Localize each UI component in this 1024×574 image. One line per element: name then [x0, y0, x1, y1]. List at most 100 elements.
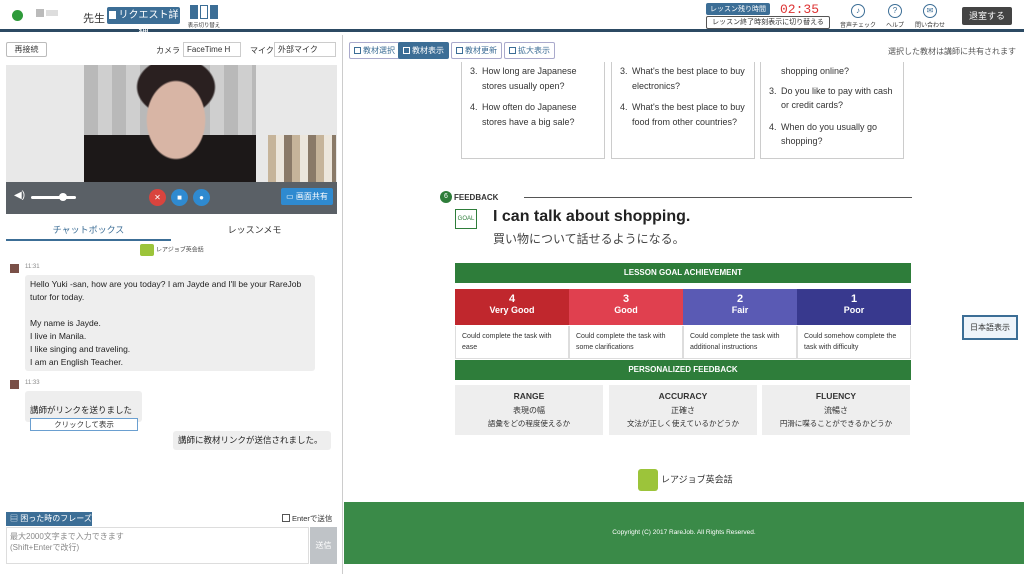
chat-message-link: 講師がリンクを送りました クリックして表示 [25, 391, 142, 431]
chat-input[interactable]: 最大2000文字まで入力できます (Shift+Enterで改行) [6, 527, 309, 564]
mail-icon: ✉ [923, 4, 937, 18]
section-number: 6 [440, 191, 452, 203]
timer-value: 02:35 [780, 2, 820, 17]
video-controls: ◀) ✕ ■ ● ▭ 画面共有 [6, 182, 337, 214]
lesson-timer: レッスン残り時間 02:35 レッスン終了時刻表示に切り替える [706, 2, 830, 30]
select-material-button[interactable]: 教材選択 [349, 42, 400, 59]
timer-toggle-button[interactable]: レッスン終了時刻表示に切り替える [706, 16, 830, 29]
rating-good: 3 Good [569, 289, 683, 325]
rarejob-logo: レアジョブ英会話 [140, 244, 204, 256]
camera-label: カメラ [156, 46, 180, 55]
teacher-avatar [36, 9, 44, 17]
rating-description: Could complete the task with additional … [683, 326, 797, 359]
tutor-avatar [10, 380, 19, 389]
feedback-accuracy: ACCURACY 正確さ 文法が正しく使えているかどうか [609, 385, 757, 435]
connection-status-icon [12, 10, 23, 21]
reconnect-button[interactable]: 再接続 [6, 42, 47, 57]
question-item: 4. How often do Japanese stores have a bi… [470, 102, 577, 127]
question-item: shopping online? [781, 66, 850, 76]
chat-tabs: チャットボックス レッスンメモ [6, 223, 337, 241]
rating-very-good: 4 Very Good [455, 289, 569, 325]
mic-select[interactable]: 外部マイク [274, 42, 336, 57]
tutor-avatar [10, 264, 19, 273]
speaker-icon: ◀) [14, 190, 26, 201]
question-item: 4. When do you usually go shopping? [769, 121, 878, 147]
feedback-range: RANGE 表現の幅 語彙をどの程度使えるか [455, 385, 603, 435]
send-button[interactable]: 送信 [310, 527, 337, 564]
chat-message-self: 講師に教材リンクが送信されました。 [173, 431, 331, 450]
contact-button[interactable]: ✉ 問い合わせ [910, 4, 950, 29]
layout-switch-button[interactable]: 表示切り替え [186, 5, 222, 31]
share-note: 選択した教材は講師に共有されます [888, 47, 1016, 56]
logo-icon [140, 244, 154, 256]
document-icon [403, 47, 410, 54]
logo-icon [638, 469, 658, 491]
rating-description: Could complete the task with some clarif… [569, 326, 683, 359]
audio-check-button[interactable]: ♪ 音声チェック [838, 4, 878, 29]
material-panel: 教材選択 教材表示 教材更新 拡大表示 選択した教材は講師に共有されます 3. H… [344, 35, 1024, 574]
goal-subtitle: 買い物について話せるようになる。 [493, 232, 685, 246]
question-item: 4. What's the best place to buy food from… [620, 102, 745, 127]
rarejob-logo: レアジョブ英会話 [638, 469, 733, 491]
divider [524, 197, 912, 198]
feedback-fluency: FLUENCY 流暢さ 円滑に喋ることができるかどうか [762, 385, 910, 435]
teacher-label: 先生 [83, 13, 105, 25]
question-card: 3. What's the best place to buy electroni… [611, 62, 755, 159]
question-icon: ? [888, 4, 902, 18]
microphone-icon: ♪ [851, 4, 865, 18]
goal-badge: GOAL [455, 209, 477, 229]
timer-label: レッスン残り時間 [706, 3, 770, 15]
refresh-material-button[interactable]: 教材更新 [451, 42, 502, 59]
question-item: 3. What's the best place to buy electroni… [620, 66, 745, 91]
layout-icon [186, 5, 222, 19]
help-phrases-button[interactable]: ▤ 困った時のフレーズ [6, 512, 92, 526]
list-icon [354, 47, 361, 54]
tab-chatbox[interactable]: チャットボックス [6, 223, 171, 241]
tab-lesson-memo[interactable]: レッスンメモ [172, 223, 337, 241]
document-icon [108, 11, 116, 19]
teacher-name-blurred [46, 10, 58, 16]
tutor-video [84, 65, 256, 183]
left-panel: 再接続 カメラ FaceTime H マイク 外部マイク ◀) ✕ ■ ● ▭ … [0, 35, 343, 574]
japanese-display-button[interactable]: 日本語表示 [962, 315, 1018, 340]
personalized-header: PERSONALIZED FEEDBACK [455, 360, 911, 380]
microphone-toggle-icon[interactable]: ● [193, 189, 210, 206]
monitor-icon: ▭ [286, 192, 296, 201]
question-item: 3. How long are Japanese stores usually o… [470, 66, 577, 91]
top-bar: 先生 リクエスト詳細 表示切り替え レッスン残り時間 02:35 レッスン終了時… [0, 0, 1024, 38]
help-button[interactable]: ? ヘルプ [875, 4, 915, 29]
zoom-button[interactable]: 拡大表示 [504, 42, 555, 59]
show-material-button[interactable]: 教材表示 [398, 42, 449, 59]
rating-description: Could complete the task with ease [455, 326, 569, 359]
footer: Copyright (C) 2017 RareJob. All Rights R… [344, 502, 1024, 564]
exit-button[interactable]: 退室する [962, 7, 1012, 25]
video-camera-icon[interactable]: ■ [171, 189, 188, 206]
question-card: shopping online? 3. Do you like to pay wi… [760, 62, 904, 159]
chat-icon: ▤ [10, 514, 21, 523]
refresh-icon [456, 47, 463, 54]
rating-poor: 1 Poor [797, 289, 911, 325]
chat-message: Hello Yuki -san, how are you today? I am… [25, 275, 315, 371]
timestamp: 11:33 [25, 380, 40, 386]
camera-select[interactable]: FaceTime H [183, 42, 241, 57]
camera-off-icon[interactable]: ✕ [149, 189, 166, 206]
open-link-button[interactable]: クリックして表示 [30, 418, 138, 431]
section-title: FEEDBACK [454, 193, 499, 202]
question-card: 3. How long are Japanese stores usually o… [461, 62, 605, 159]
mic-label: マイク [250, 46, 274, 55]
achievement-header: LESSON GOAL ACHIEVEMENT [455, 263, 911, 283]
checkbox-icon [282, 514, 290, 522]
timestamp: 11:31 [25, 264, 40, 270]
volume-slider[interactable] [31, 196, 76, 199]
request-details-button[interactable]: リクエスト詳細 [107, 7, 180, 38]
volume-knob[interactable] [59, 193, 68, 201]
enter-to-send-checkbox[interactable]: Enterで送信 [282, 513, 332, 524]
video-area: ◀) ✕ ■ ● ▭ 画面共有 [6, 65, 337, 214]
share-screen-button[interactable]: ▭ 画面共有 [281, 188, 333, 205]
rating-description: Could somehow complete the task with dif… [797, 326, 911, 359]
rating-fair: 2 Fair [683, 289, 797, 325]
goal-title: I can talk about shopping. [493, 208, 691, 225]
question-item: 3. Do you like to pay with cash or credit… [769, 85, 893, 111]
expand-icon [509, 47, 516, 54]
copyright: Copyright (C) 2017 RareJob. All Rights R… [612, 529, 756, 536]
